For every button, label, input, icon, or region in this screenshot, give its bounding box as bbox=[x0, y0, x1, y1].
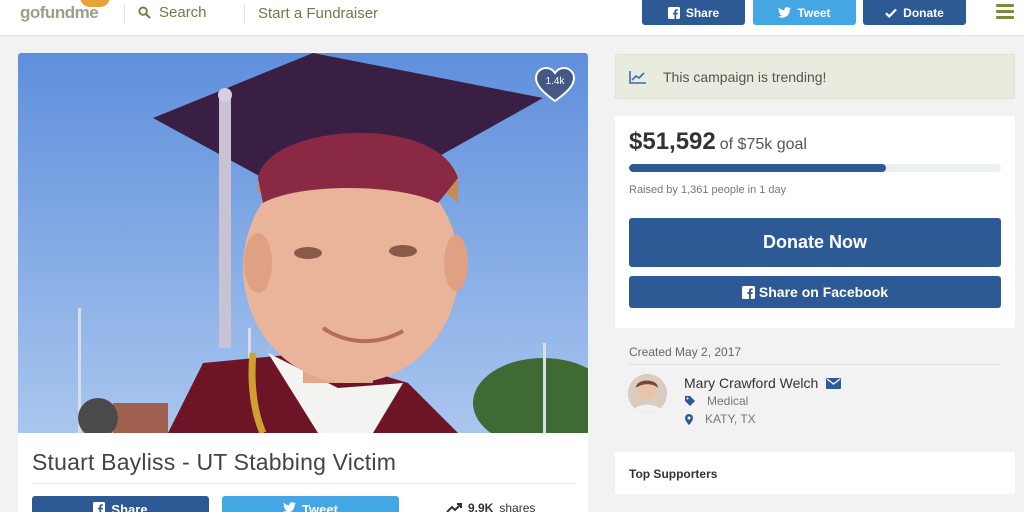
organizer-name[interactable]: Mary Crawford Welch bbox=[684, 375, 842, 391]
tweet-label: Tweet bbox=[302, 502, 338, 512]
amount-raised: $51,592 of $75k goal bbox=[629, 128, 807, 156]
created-date: Created May 2, 2017 bbox=[629, 345, 742, 359]
tag-icon bbox=[685, 396, 695, 406]
campaign-tweet-button[interactable]: Tweet bbox=[222, 496, 399, 512]
tweet-label: Tweet bbox=[797, 5, 831, 20]
location-text: KATY, TX bbox=[705, 412, 756, 426]
organizer-location: KATY, TX bbox=[685, 412, 756, 426]
category-text: Medical bbox=[707, 394, 749, 408]
trending-icon bbox=[446, 503, 462, 512]
search-link[interactable]: Search bbox=[138, 4, 207, 21]
divider bbox=[629, 364, 1001, 365]
campaign-title-card: Stuart Bayliss - UT Stabbing Victim Shar… bbox=[18, 433, 588, 512]
organizer-name-text: Mary Crawford Welch bbox=[684, 375, 819, 391]
share-facebook-label: Share on Facebook bbox=[758, 284, 889, 300]
progress-bar bbox=[629, 164, 1001, 172]
facebook-icon bbox=[741, 285, 755, 299]
divider bbox=[244, 4, 245, 24]
share-on-facebook-button[interactable]: Share on Facebook bbox=[629, 276, 1001, 308]
progress-fill bbox=[629, 164, 886, 172]
menu-icon[interactable] bbox=[996, 4, 1014, 22]
share-label: Share bbox=[111, 502, 148, 512]
facebook-icon bbox=[667, 6, 680, 19]
donate-label: Donate bbox=[903, 5, 944, 20]
raised-by-text: Raised by 1,361 people in 1 day bbox=[629, 184, 787, 196]
amount-value: $51,592 bbox=[629, 128, 716, 155]
goal-text: of $75k goal bbox=[719, 136, 807, 153]
campaign-share-button[interactable]: Share bbox=[32, 496, 209, 512]
search-icon bbox=[138, 6, 151, 19]
top-supporters-heading: Top Supporters bbox=[629, 467, 718, 481]
mail-icon[interactable] bbox=[826, 377, 842, 389]
start-fundraiser-link[interactable]: Start a Fundraiser bbox=[258, 5, 378, 22]
facebook-icon bbox=[93, 502, 106, 512]
shares-number: 9.9K bbox=[468, 501, 494, 512]
shares-label: shares bbox=[499, 501, 536, 512]
location-icon bbox=[685, 413, 693, 425]
twitter-icon bbox=[283, 502, 297, 512]
organizer-avatar[interactable] bbox=[628, 374, 667, 413]
donate-now-button[interactable]: Donate Now bbox=[629, 218, 1001, 267]
avatar-illustration bbox=[628, 374, 667, 413]
divider bbox=[124, 4, 125, 24]
funding-card: $51,592 of $75k goal Raised by 1,361 peo… bbox=[615, 116, 1015, 328]
campaign-photo[interactable] bbox=[18, 53, 588, 433]
header-donate-button[interactable]: Donate bbox=[863, 0, 966, 25]
shares-count: 9.9K shares bbox=[446, 501, 535, 512]
top-navbar: gofundme Search Start a Fundraiser Share… bbox=[0, 0, 1024, 36]
heart-button[interactable]: 1.4k bbox=[534, 66, 576, 104]
header-share-button[interactable]: Share bbox=[642, 0, 745, 25]
top-supporters-card: Top Supporters bbox=[615, 452, 1015, 494]
campaign-title: Stuart Bayliss - UT Stabbing Victim bbox=[32, 449, 397, 475]
twitter-icon bbox=[778, 7, 792, 18]
header-tweet-button[interactable]: Tweet bbox=[753, 0, 856, 25]
search-label: Search bbox=[159, 4, 207, 21]
graduate-photo-illustration bbox=[18, 53, 588, 433]
divider bbox=[32, 483, 576, 484]
trending-text: This campaign is trending! bbox=[663, 69, 827, 85]
heart-count: 1.4k bbox=[545, 76, 565, 87]
check-icon bbox=[885, 8, 897, 18]
trending-banner: This campaign is trending! bbox=[615, 54, 1015, 99]
trending-chart-icon bbox=[629, 71, 646, 84]
organizer-category: Medical bbox=[685, 394, 748, 408]
gofundme-logo[interactable]: gofundme bbox=[20, 0, 110, 23]
share-label: Share bbox=[685, 5, 720, 20]
